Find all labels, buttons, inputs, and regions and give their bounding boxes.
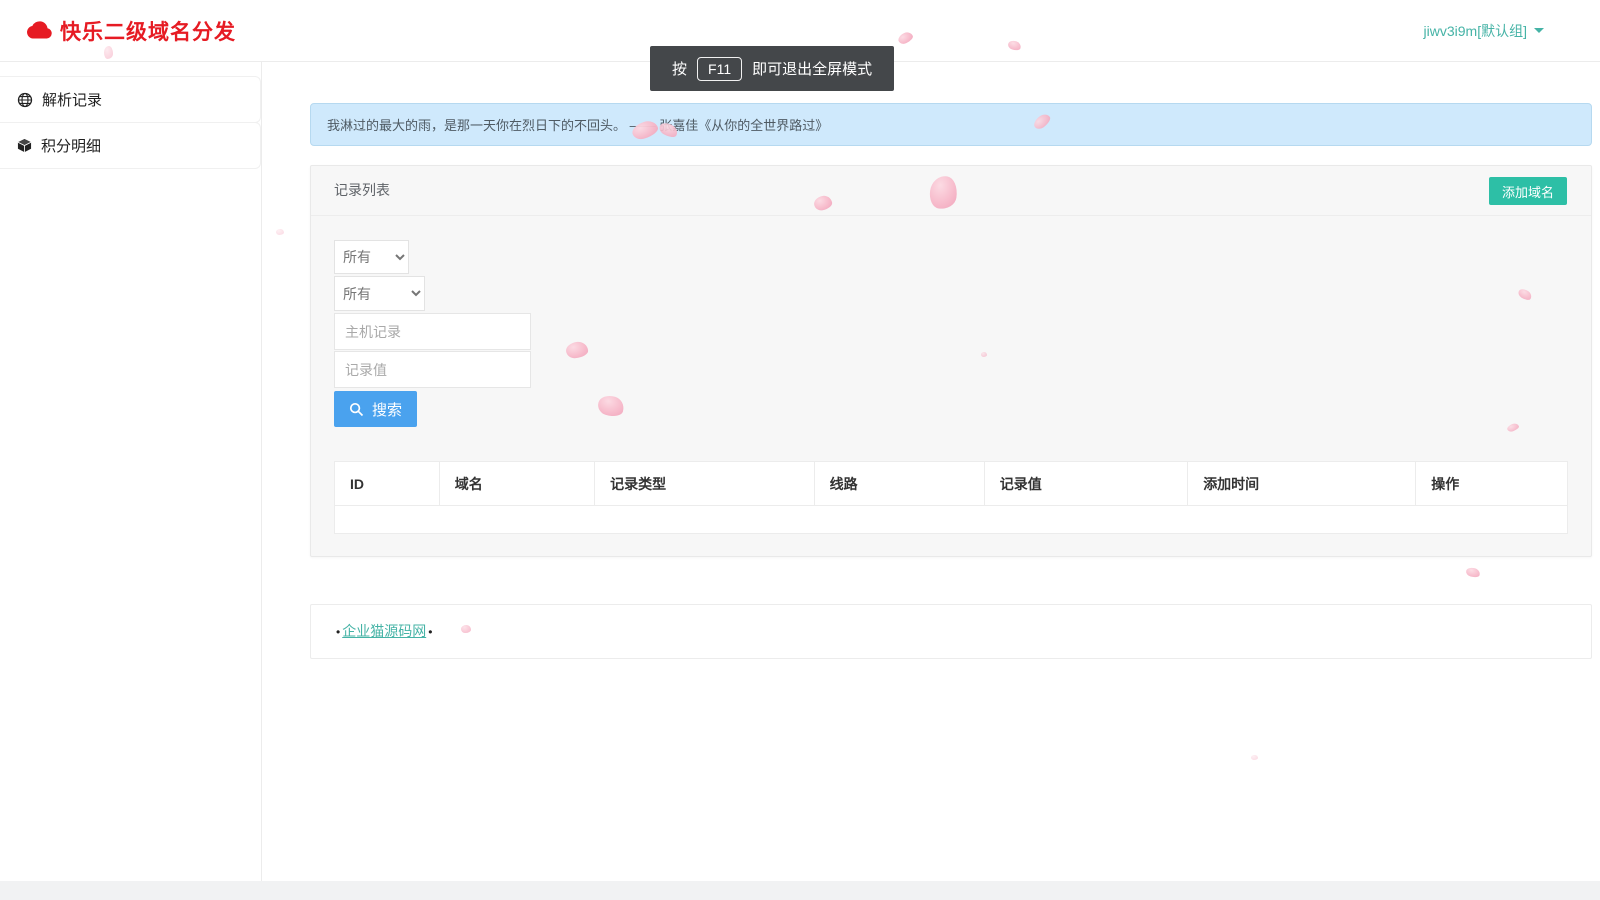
content-column: 我淋过的最大的雨，是那一天你在烈日下的不回头。 —— 张嘉佳《从你的全世界路过》… [310, 62, 1592, 659]
table-header-cell: ID [335, 462, 440, 506]
records-table: ID域名记录类型线路记录值添加时间操作 [334, 461, 1568, 534]
footer-card: •企业猫源码网• [310, 604, 1592, 659]
toast-suffix: 即可退出全屏模式 [752, 58, 872, 79]
sidebar: 解析记录 积分明细 [0, 62, 262, 881]
table-header-cell: 域名 [439, 462, 594, 506]
globe-icon [17, 92, 33, 108]
sidebar-item-label: 解析记录 [42, 89, 102, 110]
brand-title: 快乐二级域名分发 [60, 16, 236, 46]
search-icon [349, 402, 364, 417]
search-button-label: 搜索 [372, 399, 402, 420]
username-text: jiwv3i9m[默认组] [1424, 21, 1527, 41]
brand-logo[interactable]: 快乐二级域名分发 [24, 16, 236, 46]
record-list-card: 记录列表 添加域名 所有 所有 [310, 165, 1592, 557]
cloud-icon [24, 20, 54, 41]
footer-right-dot: • [428, 625, 432, 639]
record-type-filter-select[interactable]: 所有 [334, 276, 425, 311]
footer-left-dot: • [336, 625, 340, 639]
chevron-down-icon [1534, 28, 1544, 33]
domain-filter-select[interactable]: 所有 [334, 240, 409, 274]
add-domain-button[interactable]: 添加域名 [1489, 177, 1567, 205]
f11-keycap: F11 [697, 57, 742, 81]
host-record-input[interactable] [334, 313, 531, 350]
toast-prefix: 按 [672, 58, 687, 79]
table-header-cell: 记录类型 [595, 462, 814, 506]
source-site-link[interactable]: 企业猫源码网 [342, 623, 426, 639]
table-header-cell: 记录值 [984, 462, 1187, 506]
sidebar-item-points-detail[interactable]: 积分明细 [0, 122, 261, 169]
search-button[interactable]: 搜索 [334, 391, 417, 427]
table-header-cell: 线路 [814, 462, 984, 506]
card-header: 记录列表 添加域名 [311, 166, 1591, 216]
records-table-head-row: ID域名记录类型线路记录值添加时间操作 [335, 462, 1568, 506]
card-body: 所有 所有 搜索 [311, 216, 1591, 556]
filter-form: 所有 所有 搜索 [334, 240, 1568, 427]
sidebar-item-dns-records[interactable]: 解析记录 [0, 76, 261, 123]
card-title: 记录列表 [334, 182, 390, 198]
sidebar-item-label: 积分明细 [41, 135, 101, 156]
main-area: 我淋过的最大的雨，是那一天你在烈日下的不回头。 —— 张嘉佳《从你的全世界路过》… [262, 62, 1600, 881]
records-table-empty-row [335, 506, 1568, 534]
quote-alert-banner: 我淋过的最大的雨，是那一天你在烈日下的不回头。 —— 张嘉佳《从你的全世界路过》 [310, 103, 1592, 146]
record-value-input[interactable] [334, 351, 531, 388]
table-header-cell: 添加时间 [1188, 462, 1416, 506]
cube-icon [17, 138, 32, 153]
user-dropdown[interactable]: jiwv3i9m[默认组] [1424, 21, 1544, 41]
table-header-cell: 操作 [1416, 462, 1568, 506]
fullscreen-exit-toast: 按 F11 即可退出全屏模式 [650, 46, 894, 91]
